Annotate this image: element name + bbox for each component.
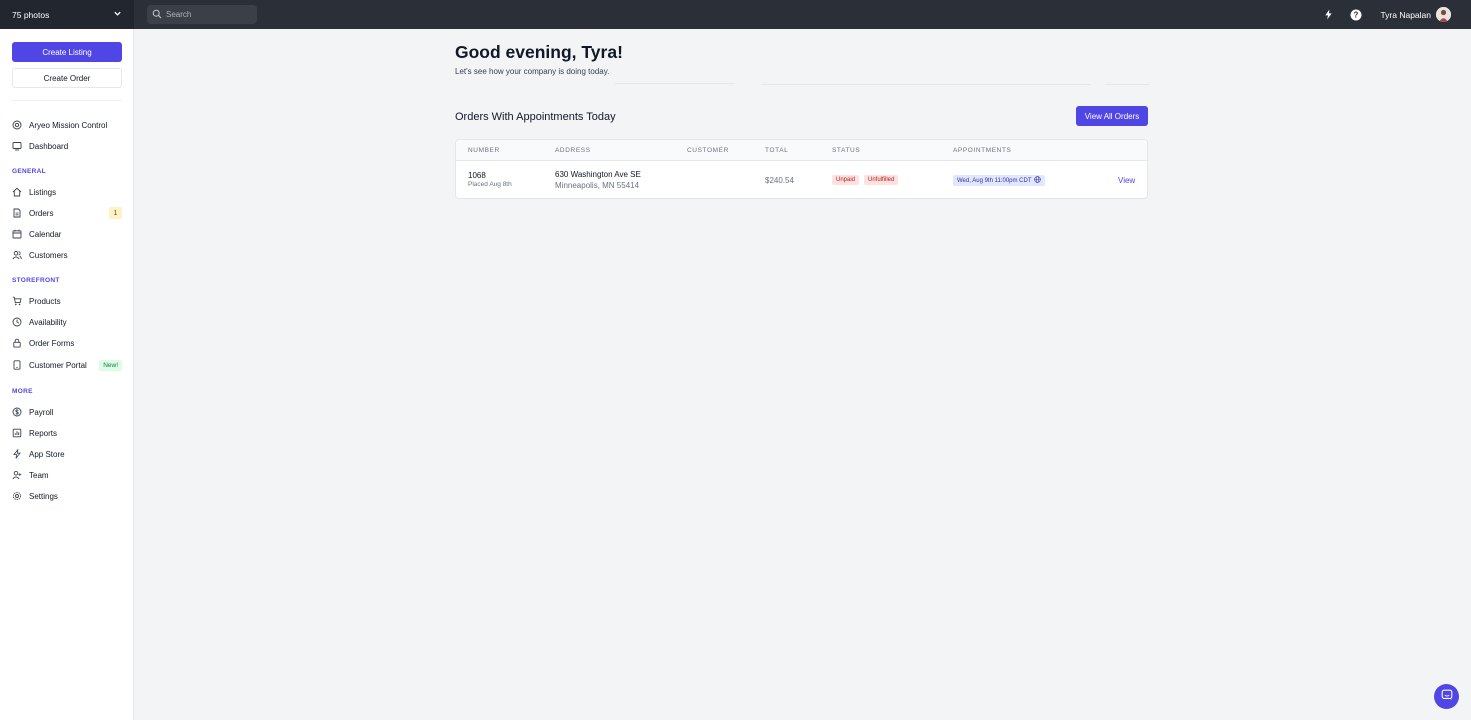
sidebar-item-products[interactable]: Products <box>12 293 122 309</box>
section-title: Orders With Appointments Today <box>455 111 616 123</box>
sidebar-item-label: Settings <box>29 491 58 501</box>
search-input[interactable] <box>166 10 246 19</box>
section-label-storefront: STOREFRONT <box>12 277 60 284</box>
clock-icon <box>12 317 22 327</box>
sidebar-item-label: Availability <box>29 317 67 327</box>
users-icon <box>12 250 22 260</box>
sidebar-item-label: App Store <box>29 449 65 459</box>
column-header-status: STATUS <box>832 147 861 154</box>
sidebar-item-label: Order Forms <box>29 338 75 348</box>
fulfillment-status-badge: Unfulfilled <box>864 175 899 185</box>
main-content: Good evening, Tyra! Let's see how your c… <box>135 29 1471 720</box>
home-icon <box>12 187 22 197</box>
sidebar-item-customer-portal[interactable]: Customer Portal New! <box>12 357 122 373</box>
sidebar-item-availability[interactable]: Availability <box>12 314 122 330</box>
sidebar-item-customers[interactable]: Customers <box>12 247 122 263</box>
sidebar-item-payroll[interactable]: Payroll <box>12 404 122 420</box>
sidebar-item-listings[interactable]: Listings <box>12 184 122 200</box>
orders-table: NUMBER ADDRESS CUSTOMER TOTAL STATUS APP… <box>455 139 1148 199</box>
search-box[interactable] <box>147 5 257 24</box>
sidebar-item-label: Reports <box>29 428 58 438</box>
user-name[interactable]: Tyra Napalan <box>1380 10 1431 20</box>
sidebar: Create Listing Create Order Aryeo Missio… <box>0 29 134 720</box>
sidebar-item-label: Products <box>29 296 61 306</box>
column-header-number: NUMBER <box>468 147 500 154</box>
help-icon[interactable]: ? <box>1350 9 1362 21</box>
team-icon <box>12 470 22 480</box>
sidebar-item-app-store[interactable]: App Store <box>12 446 122 462</box>
sidebar-item-label: Aryeo Mission Control <box>29 120 108 130</box>
appointment-time: Wed, Aug 9th 11:00pm CDT <box>957 177 1032 184</box>
payment-status-badge: Unpaid <box>832 175 860 185</box>
sidebar-item-reports[interactable]: Reports <box>12 425 122 441</box>
order-placed-date: Placed Aug 8th <box>468 181 512 188</box>
chat-launcher-button[interactable] <box>1434 684 1459 709</box>
document-icon <box>12 208 22 218</box>
create-order-button[interactable]: Create Order <box>12 68 122 88</box>
dashboard-icon <box>12 141 22 151</box>
view-all-orders-button[interactable]: View All Orders <box>1076 106 1148 126</box>
section-label-more: MORE <box>12 388 33 395</box>
column-header-total: TOTAL <box>765 147 789 154</box>
svg-text:?: ? <box>1354 10 1359 19</box>
mission-control-icon <box>12 120 22 130</box>
section-label-general: GENERAL <box>12 168 46 175</box>
orders-count-badge: 1 <box>109 207 122 219</box>
appointment-badge: Wed, Aug 9th 11:00pm CDT <box>953 175 1046 186</box>
sidebar-item-dashboard[interactable]: Dashboard <box>12 138 122 154</box>
bolt-icon <box>12 449 22 459</box>
create-listing-button[interactable]: Create Listing <box>12 42 122 62</box>
workspace-selector[interactable]: 75 photos <box>0 0 134 29</box>
sidebar-item-label: Orders <box>29 208 54 218</box>
sidebar-item-team[interactable]: Team <box>12 467 122 483</box>
top-right-actions: ? Tyra Napalan <box>1306 7 1471 22</box>
lock-icon <box>12 338 22 348</box>
order-address-line1: 630 Washington Ave SE <box>555 170 641 179</box>
search-icon <box>152 9 166 21</box>
gear-icon <box>12 491 22 501</box>
cart-icon <box>12 296 22 306</box>
column-header-address: ADDRESS <box>555 147 591 154</box>
sidebar-item-label: Dashboard <box>29 141 69 151</box>
view-order-link[interactable]: View <box>1118 176 1135 185</box>
sidebar-item-label: Calendar <box>29 229 62 239</box>
order-address-line2: Minneapolis, MN 55414 <box>555 181 640 190</box>
dollar-icon <box>12 407 22 417</box>
page-title: Good evening, Tyra! <box>455 42 623 62</box>
chat-icon <box>1441 688 1453 706</box>
page-subtitle: Let's see how your company is doing toda… <box>455 67 610 76</box>
table-header: NUMBER ADDRESS CUSTOMER TOTAL STATUS APP… <box>456 140 1147 161</box>
workspace-label: 75 photos <box>12 9 50 20</box>
sidebar-item-calendar[interactable]: Calendar <box>12 226 122 242</box>
new-badge: New! <box>99 359 122 371</box>
table-row[interactable]: 1068 Placed Aug 8th 630 Washington Ave S… <box>456 161 1147 198</box>
bolt-icon[interactable] <box>1322 9 1334 21</box>
order-total: $240.54 <box>765 176 794 185</box>
order-number[interactable]: 1068 <box>468 171 486 180</box>
avatar[interactable] <box>1436 7 1451 22</box>
globe-icon <box>1031 176 1042 185</box>
column-header-appointments: APPOINTMENTS <box>953 147 1012 154</box>
divider <box>761 84 1091 85</box>
sidebar-item-label: Customer Portal <box>29 360 87 370</box>
divider <box>1105 84 1149 85</box>
sidebar-item-orders[interactable]: Orders 1 <box>12 205 122 221</box>
sidebar-item-mission-control[interactable]: Aryeo Mission Control <box>12 117 122 133</box>
top-bar: 75 photos ? Tyra Napalan <box>0 0 1471 29</box>
chevron-down-icon <box>113 9 122 20</box>
reports-icon <box>12 428 22 438</box>
column-header-customer: CUSTOMER <box>687 147 729 154</box>
calendar-icon <box>12 229 22 239</box>
sidebar-divider <box>12 100 122 101</box>
sidebar-item-label: Team <box>29 470 49 480</box>
sidebar-item-settings[interactable]: Settings <box>12 488 122 504</box>
sidebar-item-label: Customers <box>29 250 68 260</box>
sidebar-item-label: Payroll <box>29 407 54 417</box>
sidebar-item-label: Listings <box>29 187 57 197</box>
sidebar-item-order-forms[interactable]: Order Forms <box>12 335 122 351</box>
divider <box>615 83 735 84</box>
portal-icon <box>12 360 22 370</box>
